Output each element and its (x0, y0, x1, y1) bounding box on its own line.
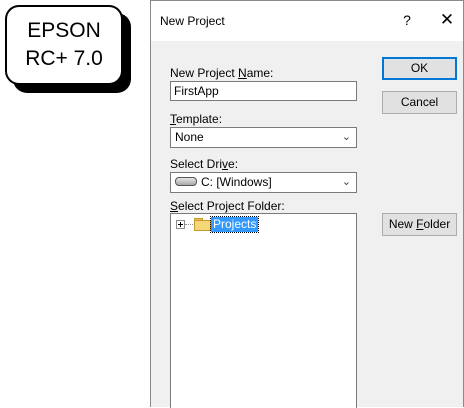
drive-select[interactable]: C: [Windows] ⌄ (170, 172, 357, 193)
folder-tree[interactable]: Projects (170, 213, 357, 408)
ok-button[interactable]: OK (382, 57, 457, 80)
badge-line-1: EPSON (27, 19, 101, 42)
badge-line-2: RC+ 7.0 (25, 47, 103, 70)
dialog-title: New Project (160, 14, 225, 28)
label-part: New Project (170, 66, 239, 80)
project-name-input[interactable] (170, 81, 357, 101)
label-mnemonic: F (416, 217, 424, 231)
help-button[interactable]: ? (397, 9, 417, 31)
new-folder-button[interactable]: New Folder (382, 213, 457, 236)
label-part: older (423, 217, 451, 231)
project-name-label: New Project Name: (170, 66, 273, 80)
drive-icon (175, 177, 197, 187)
tree-item-label[interactable]: Projects (209, 216, 260, 233)
label-part: ame: (246, 66, 274, 80)
chevron-down-icon: ⌄ (341, 131, 351, 143)
folder-label: Select Project Folder: (170, 199, 285, 213)
drive-value: C: [Windows] (201, 175, 272, 189)
label-part: Select Dri (170, 157, 223, 171)
tree-connector (185, 224, 193, 225)
label-mnemonic: S (170, 199, 179, 213)
cancel-button[interactable]: Cancel (382, 91, 457, 114)
label-part: e: (228, 157, 239, 171)
expand-plus-icon[interactable] (176, 220, 185, 229)
chevron-down-icon: ⌄ (341, 176, 351, 188)
label-part: emplate: (176, 112, 223, 126)
label-part: New (388, 217, 417, 231)
title-bar: New Project ? ✕ (151, 1, 463, 41)
label-mnemonic: N (238, 66, 247, 80)
label-part: elect Project Folder: (178, 199, 285, 213)
drive-label: Select Drive: (170, 157, 238, 171)
close-icon[interactable]: ✕ (436, 9, 458, 31)
new-project-dialog: New Project ? ✕ New Project Name: Templa… (150, 0, 464, 408)
template-select[interactable]: None ⌄ (170, 127, 357, 148)
template-label: Template: (170, 112, 222, 126)
folder-icon (194, 218, 211, 231)
badge-frame: EPSON RC+ 7.0 (5, 5, 123, 85)
template-value: None (175, 130, 204, 144)
